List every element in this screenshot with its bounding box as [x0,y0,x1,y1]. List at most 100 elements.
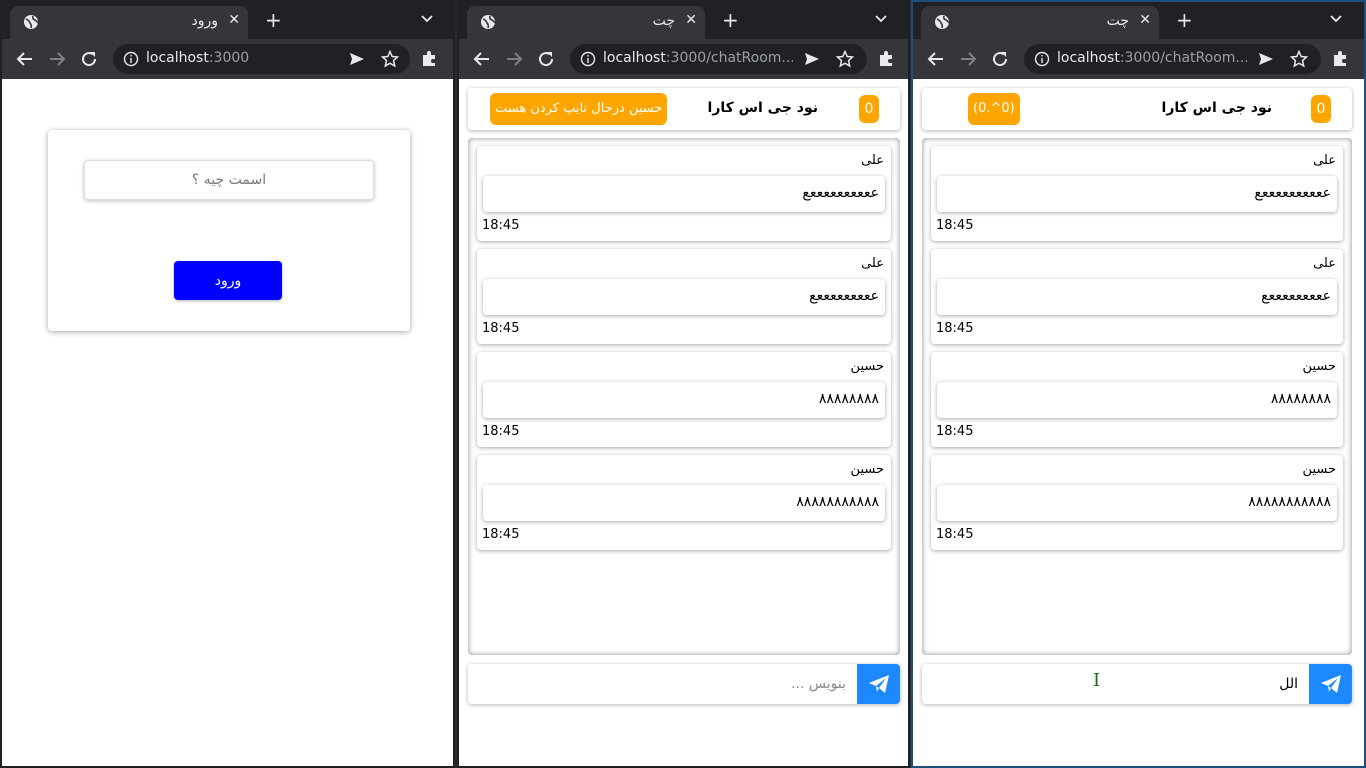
message-time: 18:45 [482,218,520,233]
messages-list: علی ععععععععععع 18:45 علی عععععععععع 18:… [468,138,900,655]
info-icon[interactable] [1034,51,1050,67]
message-composer [468,664,900,704]
tab-title: چت [1106,13,1129,29]
browser-toolbar: localhost:3000/chatRoom.... [459,39,908,79]
reload-icon[interactable] [991,50,1009,68]
extensions-puzzle-icon[interactable] [1331,50,1349,68]
browser-toolbar: localhost:3000/chatRoom.... [913,39,1364,79]
new-tab-button[interactable]: + [722,10,739,30]
paper-plane-icon [1321,675,1341,693]
chat-header: 0 نود جی اس کارا (0.^0) [922,88,1352,130]
name-input[interactable] [84,160,374,200]
info-icon[interactable] [580,51,596,67]
tab-title: چت [652,13,675,29]
login-button[interactable]: ورود [174,261,282,300]
message-card: علی ععععععععععع 18:45 [477,146,891,241]
close-tab-icon[interactable]: ✕ [228,12,240,28]
close-tab-icon[interactable]: ✕ [685,12,697,28]
share-icon[interactable] [804,51,820,67]
page-content: 0 نود جی اس کارا (0.^0) علی ععععععععععع … [913,79,1364,766]
forward-arrow-icon[interactable] [48,50,66,68]
message-sender: علی [1313,153,1336,168]
message-text: ۸۸۸۸۸۸۸۸ [483,382,885,418]
message-time: 18:45 [936,424,974,439]
chevron-down-icon[interactable] [874,12,888,26]
close-tab-icon[interactable]: ✕ [1139,12,1151,28]
message-sender: حسین [1302,462,1336,477]
message-card: علی عععععععععع 18:45 [477,249,891,344]
page-content: 0 نود جی اس کارا حسین درحال تایپ کردن هس… [459,79,908,766]
message-card: حسین ۸۸۸۸۸۸۸۸۸۸۸ 18:45 [477,455,891,550]
message-sender: علی [861,153,884,168]
share-icon[interactable] [1258,51,1274,67]
extensions-puzzle-icon[interactable] [877,50,895,68]
message-text: ۸۸۸۸۸۸۸۸ [937,382,1337,418]
tab-strip: چت ✕ + [913,2,1364,39]
message-sender: علی [1313,256,1336,271]
chat-header: 0 نود جی اس کارا حسین درحال تایپ کردن هس… [468,88,900,130]
tab-chat[interactable]: چت ✕ [467,6,705,39]
message-input[interactable] [922,664,1308,704]
reload-icon[interactable] [537,50,555,68]
bookmark-star-icon[interactable] [836,50,854,68]
back-arrow-icon[interactable] [16,50,34,68]
browser-window-chat-1: چت ✕ + localhost:3000/chatRoom.... 0 نود… [457,0,910,768]
message-card: حسین ۸۸۸۸۸۸۸۸ 18:45 [477,352,891,447]
message-sender: حسین [1302,359,1336,374]
tab-title: ورود [191,13,218,29]
online-count-badge: 0 [859,95,879,123]
reload-icon[interactable] [80,50,98,68]
message-text: عععععععععع [483,279,885,315]
browser-toolbar: localhost:3000 [2,39,453,79]
info-icon[interactable] [123,51,139,67]
message-sender: علی [861,256,884,271]
room-title: نود جی اس کارا [707,100,818,116]
message-card: علی ععععععععععع 18:45 [931,146,1343,241]
back-arrow-icon[interactable] [927,50,945,68]
chevron-down-icon[interactable] [1329,12,1343,26]
new-tab-button[interactable]: + [265,10,282,30]
tab-login[interactable]: ورود ✕ [10,6,248,39]
browser-window-login: ورود ✕ + localhost:3000 ورود [0,0,455,768]
message-card: حسین ۸۸۸۸۸۸۸۸۸۸۸ 18:45 [931,455,1343,550]
forward-arrow-icon[interactable] [505,50,523,68]
extensions-puzzle-icon[interactable] [420,50,438,68]
new-tab-button[interactable]: + [1176,10,1193,30]
globe-icon [935,15,950,29]
bookmark-star-icon[interactable] [1290,50,1308,68]
globe-icon [24,15,39,29]
message-time: 18:45 [936,321,974,336]
messages-list: علی ععععععععععع 18:45 علی عععععععععع 18:… [922,138,1352,655]
tab-strip: ورود ✕ + [2,2,453,39]
send-button[interactable] [857,664,900,704]
page-content: ورود [2,79,453,766]
tab-chat[interactable]: چت ✕ [921,6,1159,39]
message-text: عععععععععع [937,279,1337,315]
message-composer [922,664,1352,704]
browser-window-chat-2: چت ✕ + localhost:3000/chatRoom.... 0 نود… [911,0,1366,768]
bookmark-star-icon[interactable] [381,50,399,68]
url-text: localhost:3000/chatRoom.... [1057,50,1247,66]
message-text: ۸۸۸۸۸۸۸۸۸۸۸ [937,485,1337,521]
room-title: نود جی اس کارا [1161,100,1272,116]
message-input[interactable] [468,664,856,704]
message-time: 18:45 [936,218,974,233]
message-sender: حسین [850,462,884,477]
back-arrow-icon[interactable] [473,50,491,68]
message-sender: حسین [850,359,884,374]
message-time: 18:45 [482,424,520,439]
message-card: حسین ۸۸۸۸۸۸۸۸ 18:45 [931,352,1343,447]
address-bar[interactable]: localhost:3000/chatRoom.... [1024,44,1321,74]
globe-icon [481,15,496,29]
forward-arrow-icon[interactable] [959,50,977,68]
address-bar[interactable]: localhost:3000 [113,44,410,74]
chevron-down-icon[interactable] [420,12,434,26]
url-text: localhost:3000/chatRoom.... [603,50,793,66]
tab-strip: چت ✕ + [459,2,908,39]
message-text: ۸۸۸۸۸۸۸۸۸۸۸ [483,485,885,521]
url-text: localhost:3000 [146,50,250,66]
address-bar[interactable]: localhost:3000/chatRoom.... [570,44,867,74]
text-cursor-icon: I [1093,670,1101,691]
share-icon[interactable] [349,51,365,67]
send-button[interactable] [1309,664,1352,704]
